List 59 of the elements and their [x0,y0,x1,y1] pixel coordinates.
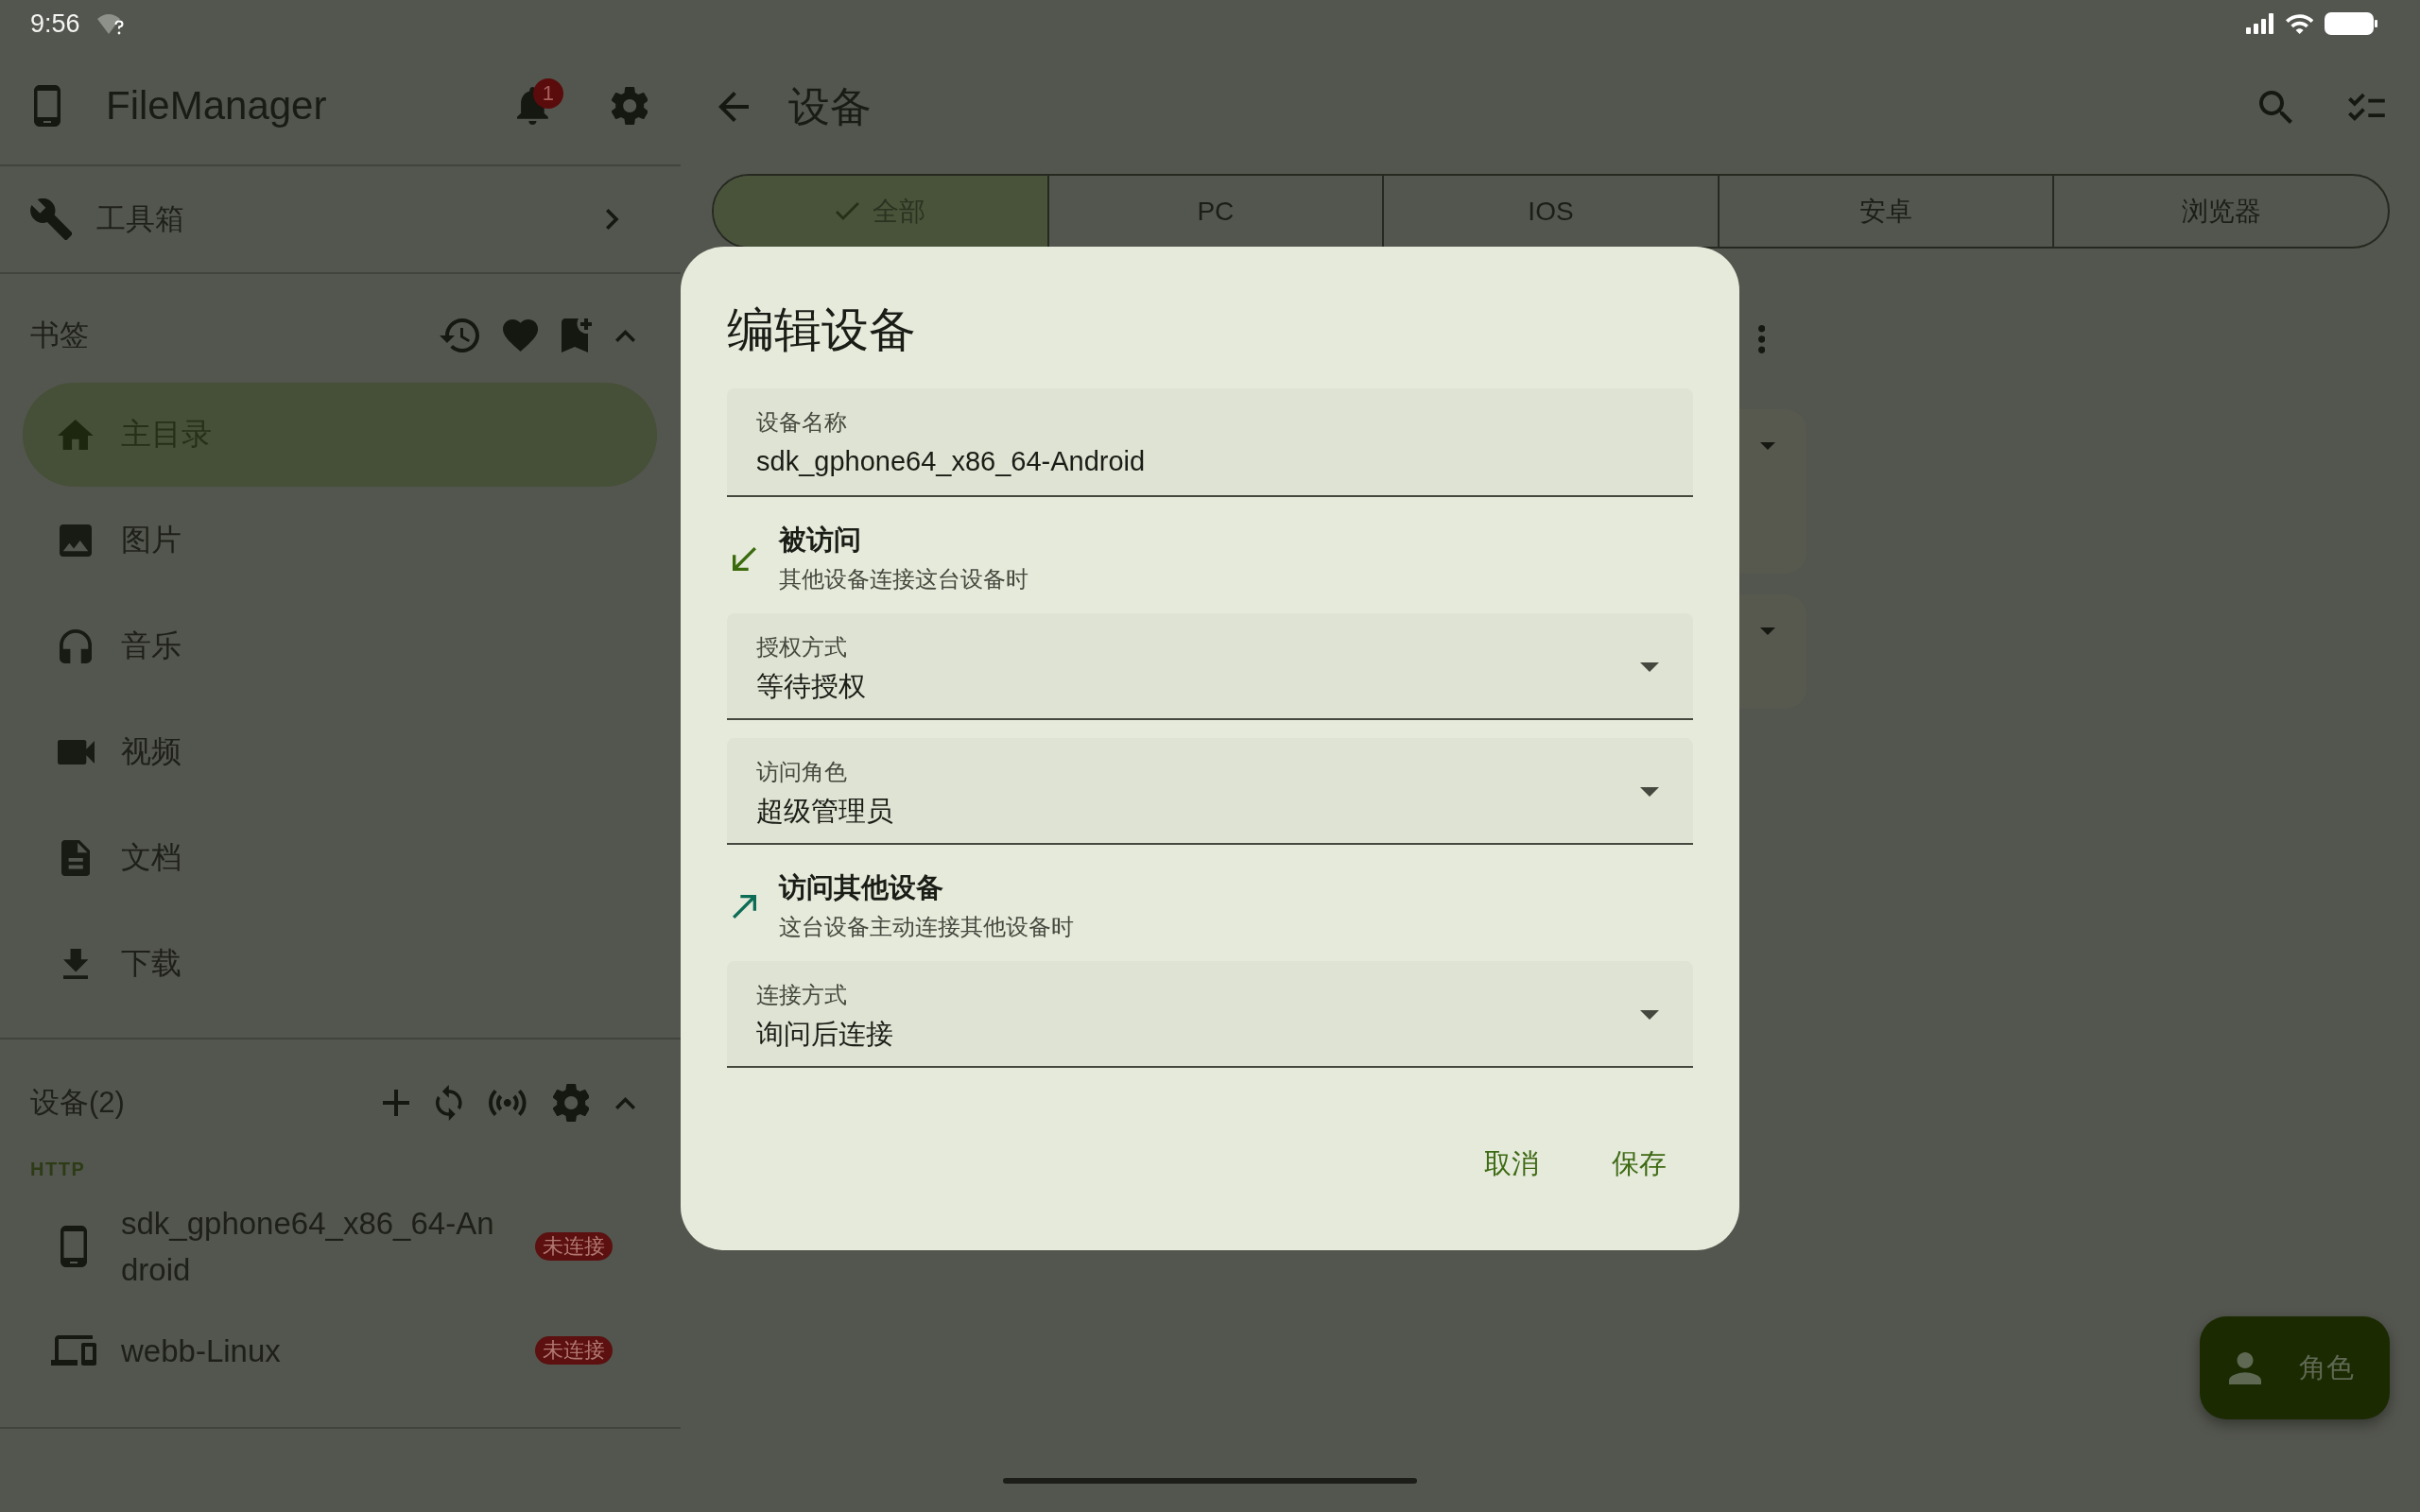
laptop-phone-icon [51,1335,96,1366]
signal-icon [2245,13,2274,34]
phone-icon [34,85,60,127]
notification-badge: 1 [532,78,563,109]
history-icon[interactable] [439,318,479,352]
role-fab[interactable]: 角色 [2200,1316,2390,1419]
page-title: 设备 [788,81,872,131]
dropdown-caret-icon[interactable] [1760,442,1775,450]
status-badge: 未连接 [535,1336,613,1365]
segment-tab[interactable]: 浏览器 [2052,176,2388,247]
dropdown-field[interactable]: 访问角色 超级管理员 [727,738,1693,845]
broadcast-icon[interactable] [488,1090,527,1116]
video-camera-icon [57,740,95,765]
sync-icon[interactable] [436,1085,462,1121]
settings-icon[interactable] [552,1084,589,1122]
app-title: FileManager [106,83,327,129]
more-icon[interactable] [1757,325,1765,353]
battery-icon [2325,12,2377,35]
heart-icon[interactable] [502,319,538,352]
check-icon [835,202,859,220]
phone-icon [60,1226,87,1267]
dropdown-field[interactable]: 授权方式 等待授权 [727,613,1693,720]
dropdown-caret-icon [1640,662,1659,672]
dropdown-caret-icon [1640,787,1659,797]
section-subtitle: 其他设备连接这台设备时 [779,565,1028,593]
chevron-up-icon[interactable] [614,1096,635,1109]
download-icon [62,949,89,979]
status-badge: 未连接 [535,1232,613,1261]
chevron-right-icon [606,209,619,230]
text-button[interactable]: 保存 [1585,1126,1693,1202]
dropdown-field[interactable]: 连接方式 询问后连接 [727,961,1693,1068]
segment-tab[interactable]: 安卓 [1717,176,2053,247]
bookmark-add-icon[interactable] [561,318,592,352]
settings-icon[interactable] [611,87,648,125]
home-icon [58,420,94,450]
arrow-up-right-icon [733,894,756,919]
section-title: 访问其他设备 [779,871,943,903]
dropdown-caret-icon [1640,1010,1659,1020]
wrench-icon [30,198,73,240]
document-icon [60,840,91,876]
headphones-icon [59,629,93,663]
add-icon[interactable] [383,1090,410,1116]
device-name-field[interactable]: 设备名称 sdk_gphone64_x86_64-Android [727,388,1693,497]
image-icon [60,524,92,557]
arrow-down-left-icon [733,546,756,571]
section-subtitle: 这台设备主动连接其他设备时 [779,913,1074,941]
text-button[interactable]: 取消 [1458,1126,1565,1202]
status-time: 9:56 [30,9,80,39]
wifi-question-icon [96,12,124,35]
group-label: HTTP [30,1158,86,1181]
person-icon [2229,1351,2261,1384]
wifi-icon [2285,13,2313,34]
back-icon[interactable] [718,92,749,122]
dropdown-caret-icon[interactable] [1760,627,1775,635]
section-title: 被访问 [779,524,861,556]
dialog-title: 编辑设备 [727,303,916,356]
search-icon[interactable] [2259,90,2293,124]
checklist-icon[interactable] [2348,93,2385,121]
chevron-up-icon[interactable] [614,329,635,342]
